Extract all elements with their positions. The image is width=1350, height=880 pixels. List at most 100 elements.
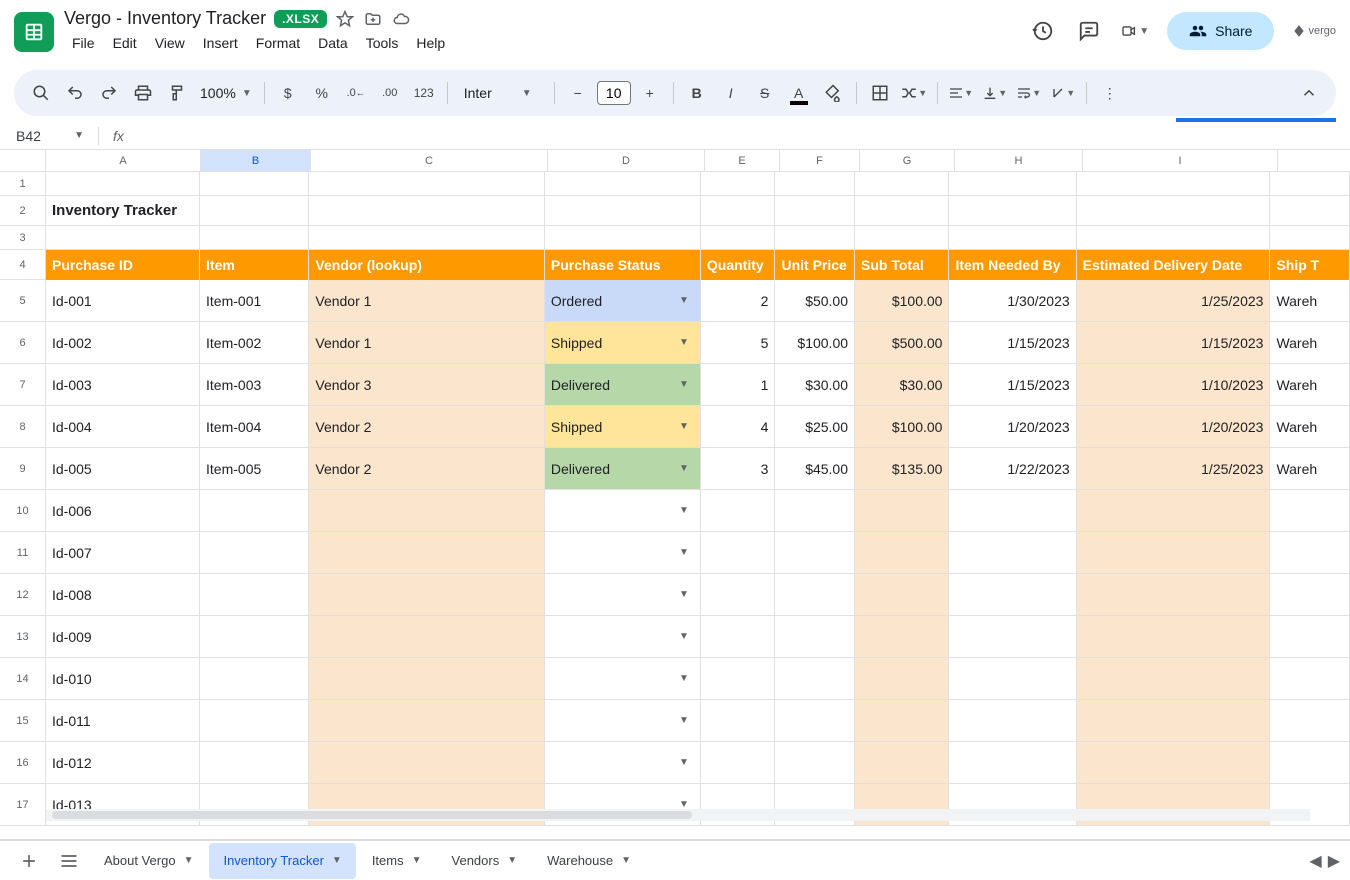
dropdown-icon[interactable]: ▼ — [676, 463, 692, 474]
cell[interactable] — [701, 172, 776, 195]
row-header[interactable]: 16 — [0, 742, 46, 783]
cell[interactable] — [545, 226, 701, 249]
cell[interactable] — [701, 616, 776, 657]
row-header[interactable]: 5 — [0, 280, 46, 321]
cell[interactable] — [1077, 226, 1271, 249]
horizontal-scrollbar[interactable] — [46, 809, 1310, 821]
text-color-icon[interactable]: A — [784, 78, 814, 108]
cell[interactable] — [309, 196, 544, 225]
cell[interactable] — [949, 574, 1076, 615]
row-header[interactable]: 6 — [0, 322, 46, 363]
cell[interactable]: Estimated Delivery Date — [1077, 250, 1271, 280]
dropdown-icon[interactable]: ▼ — [676, 589, 692, 600]
currency-icon[interactable]: $ — [273, 78, 303, 108]
cell[interactable]: Vendor 2 — [309, 448, 544, 489]
cell[interactable] — [200, 616, 309, 657]
cell[interactable]: Id-003 — [46, 364, 200, 405]
menu-view[interactable]: View — [147, 31, 193, 55]
cell[interactable] — [200, 574, 309, 615]
cell[interactable] — [701, 226, 776, 249]
row-header[interactable]: 12 — [0, 574, 46, 615]
cell[interactable] — [200, 700, 309, 741]
v-align-icon[interactable]: ▼ — [980, 78, 1010, 108]
cell[interactable]: Id-008 — [46, 574, 200, 615]
cell[interactable] — [701, 742, 776, 783]
cell[interactable] — [855, 226, 949, 249]
cell[interactable]: Quantity — [701, 250, 776, 280]
cell[interactable]: $30.00 — [775, 364, 855, 405]
cell[interactable] — [701, 532, 776, 573]
cell[interactable]: 1 — [701, 364, 776, 405]
cell[interactable] — [309, 742, 544, 783]
cell[interactable] — [949, 742, 1076, 783]
row-header[interactable]: 13 — [0, 616, 46, 657]
dropdown-icon[interactable]: ▼ — [676, 505, 692, 516]
cell[interactable] — [775, 196, 855, 225]
cell[interactable]: 1/22/2023 — [949, 448, 1076, 489]
cell[interactable]: 1/25/2023 — [1077, 280, 1271, 321]
cell[interactable]: 1/25/2023 — [1077, 448, 1271, 489]
print-icon[interactable] — [128, 78, 158, 108]
cell[interactable]: Id-006 — [46, 490, 200, 531]
cell[interactable]: Wareh — [1270, 322, 1350, 363]
cell[interactable]: 1/15/2023 — [1077, 322, 1271, 363]
search-icon[interactable] — [26, 78, 56, 108]
menu-data[interactable]: Data — [310, 31, 356, 55]
cell[interactable] — [949, 658, 1076, 699]
percent-icon[interactable]: % — [307, 78, 337, 108]
select-all-corner[interactable] — [0, 150, 46, 172]
cell[interactable] — [949, 196, 1076, 225]
merge-icon[interactable]: ▼ — [899, 78, 929, 108]
decrease-decimal-icon[interactable]: .0← — [341, 78, 371, 108]
cell[interactable] — [1077, 658, 1271, 699]
cell[interactable]: Id-011 — [46, 700, 200, 741]
cell[interactable] — [775, 532, 855, 573]
cell[interactable] — [701, 700, 776, 741]
cell[interactable] — [855, 172, 949, 195]
menu-format[interactable]: Format — [248, 31, 308, 55]
cell[interactable]: Vendor 2 — [309, 406, 544, 447]
cell[interactable] — [200, 532, 309, 573]
cell[interactable] — [309, 172, 544, 195]
cell[interactable]: Purchase ID — [46, 250, 200, 280]
cell[interactable]: 4 — [701, 406, 776, 447]
menu-help[interactable]: Help — [408, 31, 453, 55]
cell[interactable]: Unit Price — [775, 250, 855, 280]
cell[interactable] — [1077, 574, 1271, 615]
status-cell[interactable]: ▼ — [545, 574, 701, 615]
font-size-input[interactable] — [597, 81, 631, 105]
cell[interactable]: Item-002 — [200, 322, 309, 363]
row-header[interactable]: 8 — [0, 406, 46, 447]
cell[interactable]: Vendor 1 — [309, 322, 544, 363]
cell[interactable]: Item-005 — [200, 448, 309, 489]
cell[interactable] — [1077, 196, 1271, 225]
cell[interactable]: Item-003 — [200, 364, 309, 405]
cell[interactable]: 1/20/2023 — [1077, 406, 1271, 447]
row-header[interactable]: 2 — [0, 196, 46, 225]
move-icon[interactable] — [363, 9, 383, 29]
cell[interactable]: Id-001 — [46, 280, 200, 321]
cell[interactable] — [855, 532, 949, 573]
cell[interactable] — [1270, 658, 1350, 699]
cell[interactable] — [775, 742, 855, 783]
cell[interactable]: Wareh — [1270, 448, 1350, 489]
cell[interactable] — [701, 196, 776, 225]
redo-icon[interactable] — [94, 78, 124, 108]
cell[interactable]: Sub Total — [855, 250, 949, 280]
column-header-D[interactable]: D — [548, 150, 705, 171]
status-cell[interactable]: Delivered▼ — [545, 364, 701, 405]
cell[interactable]: 3 — [701, 448, 776, 489]
cell[interactable] — [309, 616, 544, 657]
borders-icon[interactable] — [865, 78, 895, 108]
cell[interactable] — [701, 658, 776, 699]
cell[interactable] — [775, 574, 855, 615]
cell[interactable] — [775, 226, 855, 249]
cell[interactable] — [855, 574, 949, 615]
row-header[interactable]: 10 — [0, 490, 46, 531]
name-box[interactable]: B42▼ — [10, 128, 90, 144]
status-cell[interactable]: ▼ — [545, 532, 701, 573]
sheet-tab-vendors[interactable]: Vendors▼ — [438, 843, 532, 879]
status-cell[interactable]: Shipped▼ — [545, 322, 701, 363]
status-cell[interactable]: Delivered▼ — [545, 448, 701, 489]
cell[interactable]: Item — [200, 250, 309, 280]
